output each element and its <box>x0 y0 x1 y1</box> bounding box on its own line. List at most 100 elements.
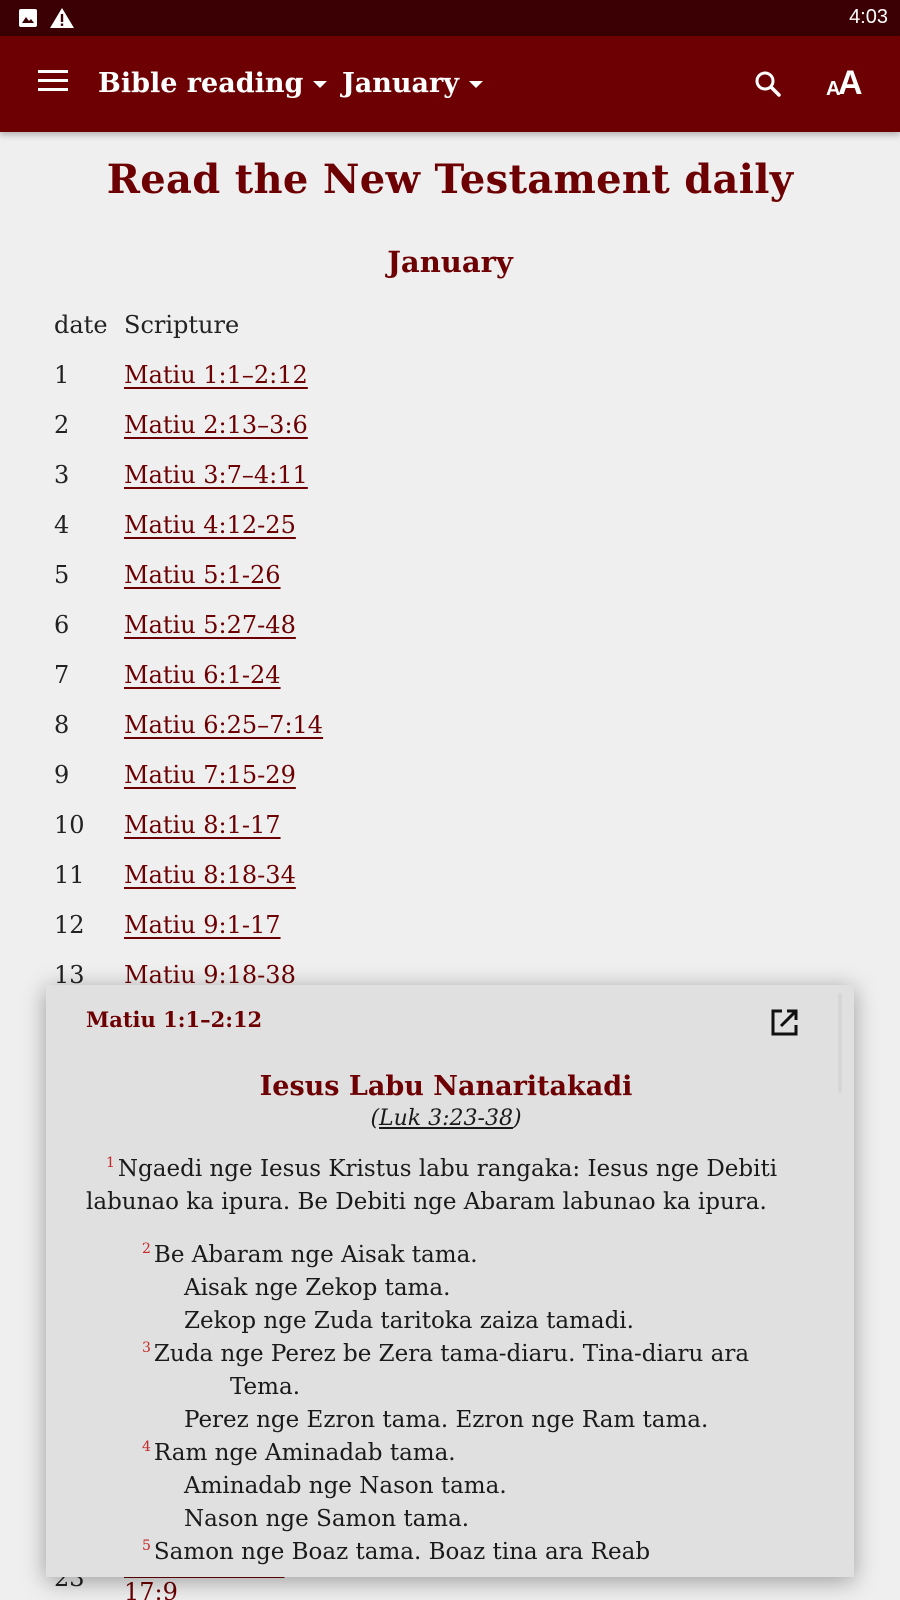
row-scripture: Matiu 4:12-25 <box>124 500 323 550</box>
row-date: 6 <box>54 611 70 639</box>
passage-text: Iesus Labu Nanaritakadi (Luk 3:23-38) 1N… <box>86 1071 806 1569</box>
scripture-link[interactable]: Matiu 5:27-48 <box>124 611 296 639</box>
verse-text: Ram nge Aminadab tama. <box>153 1440 456 1466</box>
status-bar: 4:03 <box>0 0 900 36</box>
scripture-link[interactable]: Matiu 1:1–2:12 <box>124 361 308 389</box>
row-date: 11 <box>54 861 85 889</box>
row-scripture: Matiu 9:1-17 <box>124 900 323 950</box>
scripture-link[interactable]: Matiu 2:13–3:6 <box>124 411 308 439</box>
verse-number: 1 <box>106 1155 115 1172</box>
scripture-link[interactable]: Matiu 7:15-29 <box>124 761 296 789</box>
poetry-block: 2 Be Abaram nge Aisak tama. Aisak nge Zeko… <box>86 1239 806 1569</box>
verse-text: Nason nge Samon tama. <box>184 1506 470 1532</box>
poetry-continuation: Tema. <box>230 1374 300 1400</box>
table-header-row: date Scripture <box>54 300 323 350</box>
month-dropdown[interactable]: January <box>342 60 483 106</box>
verse-paragraph: 1 Ngaedi nge Iesus Kristus labu rangaka: … <box>86 1153 806 1219</box>
warning-icon <box>50 8 74 32</box>
row-date: 9 <box>54 761 70 789</box>
poetry-line: 5 Samon nge Boaz tama. Boaz tina ara Reab <box>86 1536 806 1569</box>
row-date: 2 <box>54 411 70 439</box>
table-row: 11 Matiu 8:18-34 <box>54 850 323 900</box>
verse-number: 4 <box>142 1439 151 1456</box>
scripture-link[interactable]: Matiu 8:1-17 <box>124 811 281 839</box>
poetry-line: 2 Be Abaram nge Aisak tama. <box>86 1239 806 1272</box>
table-row: 7 Matiu 6:1-24 <box>54 650 323 700</box>
row-scripture: Matiu 3:7–4:11 <box>124 450 323 500</box>
page-title: Read the New Testament daily <box>106 156 794 203</box>
verse-text: Zuda nge Perez be Zera tama-diaru. Tina-… <box>153 1341 750 1367</box>
cross-ref-paren-open: ( <box>370 1106 380 1131</box>
row-date: 3 <box>54 461 70 489</box>
row-date: 1 <box>54 361 70 389</box>
month-heading: January <box>387 245 513 279</box>
cross-reference-link[interactable]: Luk 3:23-38 <box>379 1106 513 1131</box>
section-heading: Iesus Labu Nanaritakadi <box>259 1071 633 1102</box>
scripture-link[interactable]: Matiu 4:12-25 <box>124 511 296 539</box>
table-row: 3 Matiu 3:7–4:11 <box>54 450 323 500</box>
status-clock: 4:03 <box>849 6 888 28</box>
popup-reference: Matiu 1:1–2:12 <box>86 1007 263 1032</box>
verse-text: Be Abaram nge Aisak tama. <box>153 1242 478 1268</box>
poetry-line: Aisak nge Zekop tama. <box>86 1272 806 1305</box>
verse-text: Perez nge Ezron tama. Ezron nge Ram tama… <box>184 1407 709 1433</box>
popup-scrollbar[interactable] <box>838 993 842 1093</box>
verse-text: Aminadab nge Nason tama. <box>184 1473 507 1499</box>
cross-reference: (Luk 3:23-38) <box>86 1106 806 1131</box>
cross-ref-paren-close: ) <box>512 1106 522 1131</box>
caret-down-icon <box>468 80 483 88</box>
passage-preview-popup: Matiu 1:1–2:12 Iesus Labu Nanaritakadi (… <box>46 985 854 1577</box>
poetry-line: 4 Ram nge Aminadab tama. <box>86 1437 806 1470</box>
poetry-line: Aminadab nge Nason tama. <box>86 1470 806 1503</box>
month-dropdown-label: January <box>342 67 459 99</box>
row-scripture: Matiu 8:1-17 <box>124 800 323 850</box>
row-scripture: Matiu 5:27-48 <box>124 600 323 650</box>
scripture-link[interactable]: Matiu 5:1-26 <box>124 561 281 589</box>
row-scripture: Matiu 5:1-26 <box>124 550 323 600</box>
table-row: 12 Matiu 9:1-17 <box>54 900 323 950</box>
column-header-date: date <box>54 311 108 339</box>
scripture-link[interactable]: Matiu 6:1-24 <box>124 661 281 689</box>
row-date: 4 <box>54 511 70 539</box>
image-icon <box>18 8 38 32</box>
scripture-link[interactable]: Matiu 6:25–7:14 <box>124 711 323 739</box>
book-dropdown[interactable]: Bible reading <box>98 60 328 106</box>
book-dropdown-label: Bible reading <box>98 67 304 99</box>
poetry-line: Nason nge Samon tama. <box>86 1503 806 1536</box>
row-date: 12 <box>54 911 85 939</box>
row-scripture: Matiu 6:1-24 <box>124 650 323 700</box>
row-scripture: Matiu 8:18-34 <box>124 850 323 900</box>
verse-text: Aisak nge Zekop tama. <box>184 1275 451 1301</box>
verse-text: Samon nge Boaz tama. Boaz tina ara Reab <box>153 1539 651 1565</box>
verse-number: 2 <box>142 1241 151 1258</box>
search-icon[interactable] <box>752 68 784 100</box>
row-date: 7 <box>54 661 70 689</box>
row-scripture: Matiu 2:13–3:6 <box>124 400 323 450</box>
row-date: 5 <box>54 561 70 589</box>
open-in-new-icon[interactable] <box>768 1007 800 1039</box>
verse-number: 3 <box>142 1340 151 1357</box>
table-row: 10 Matiu 8:1-17 <box>54 800 323 850</box>
verse-text: Ngaedi nge Iesus Kristus labu rangaka: I… <box>86 1156 778 1215</box>
table-row: 8 Matiu 6:25–7:14 <box>54 700 323 750</box>
row-scripture: Matiu 6:25–7:14 <box>124 700 323 750</box>
verse-text: Zekop nge Zuda taritoka zaiza tamadi. <box>184 1308 634 1334</box>
text-size-icon[interactable]: A A <box>826 64 866 102</box>
poetry-line: Perez nge Ezron tama. Ezron nge Ram tama… <box>86 1404 806 1437</box>
hamburger-menu-icon[interactable] <box>38 70 68 96</box>
caret-down-icon <box>313 80 328 88</box>
scripture-link[interactable]: Matiu 9:1-17 <box>124 911 281 939</box>
row-scripture: Matiu 1:1–2:12 <box>124 350 323 400</box>
row-date: 10 <box>54 811 85 839</box>
scripture-link[interactable]: Matiu 8:18-34 <box>124 861 296 889</box>
verse-number: 5 <box>142 1538 151 1555</box>
reading-plan-content: Read the New Testament daily January dat… <box>0 132 900 1600</box>
poetry-line: Zekop nge Zuda taritoka zaiza tamadi. <box>86 1305 806 1338</box>
table-row: 6 Matiu 5:27-48 <box>54 600 323 650</box>
column-header-scripture: Scripture <box>124 311 240 339</box>
reading-plan-table: date Scripture 1 Matiu 1:1–2:12 2 Matiu 2:1… <box>54 300 323 1600</box>
row-scripture: Matiu 7:15-29 <box>124 750 323 800</box>
table-row: 4 Matiu 4:12-25 <box>54 500 323 550</box>
scripture-link[interactable]: Matiu 3:7–4:11 <box>124 461 308 489</box>
app-bar: Bible reading January A A <box>0 36 900 132</box>
